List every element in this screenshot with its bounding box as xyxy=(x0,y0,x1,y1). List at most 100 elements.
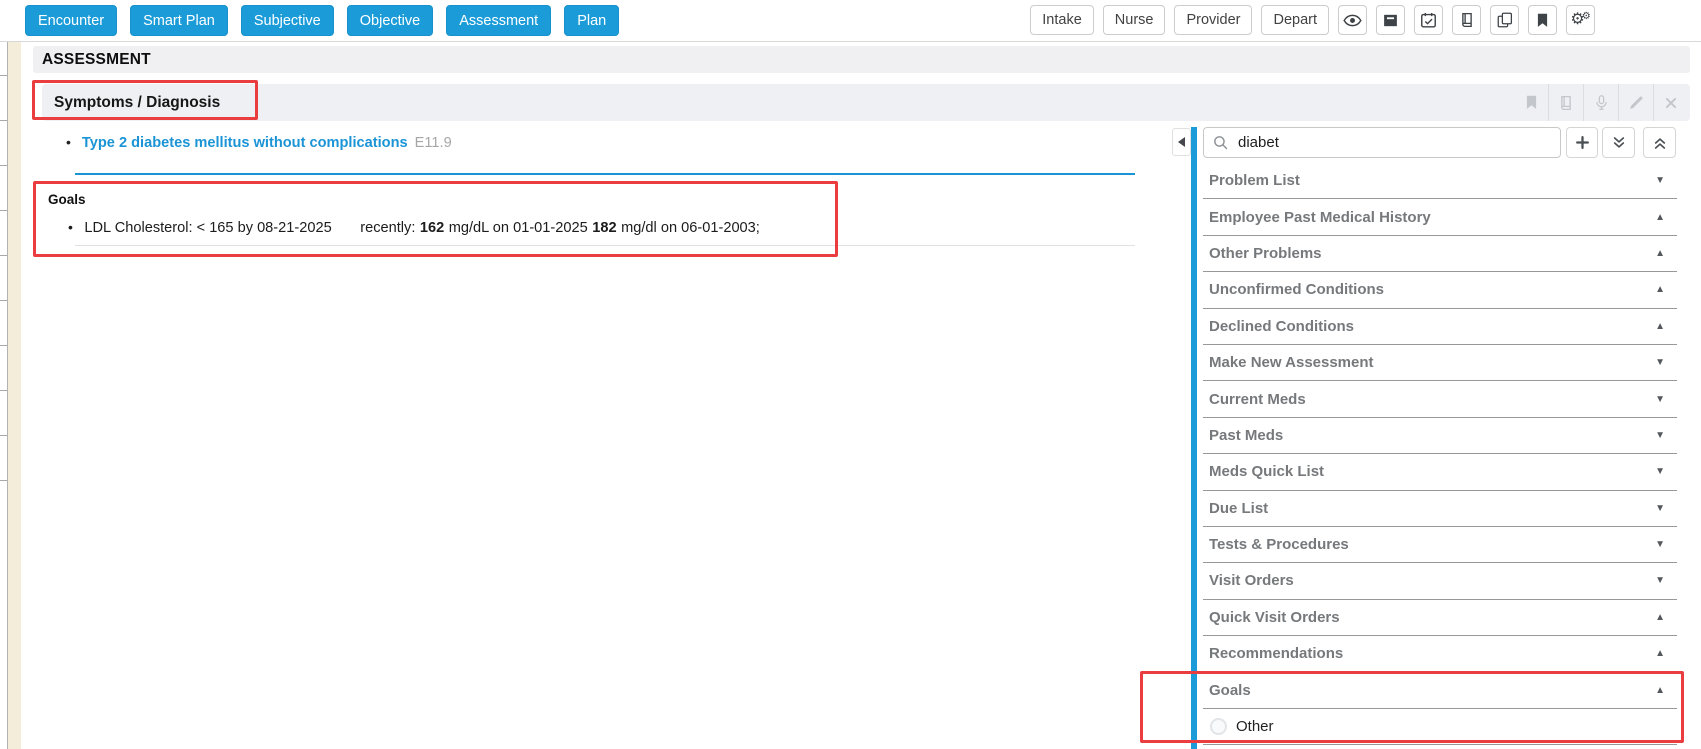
goal-divider xyxy=(75,245,1135,246)
chevron-left-icon xyxy=(1178,137,1185,147)
ehr-assessment-screen: Encounter Smart Plan Subjective Objective As… xyxy=(0,0,1701,749)
left-accent-strip xyxy=(8,41,21,749)
bookmark-icon xyxy=(1534,12,1551,29)
goals-heading: Goals xyxy=(48,192,86,207)
chevron-down-icon: ▼ xyxy=(1655,429,1665,441)
expand-all-button[interactable] xyxy=(1602,127,1635,158)
double-chevron-down-icon xyxy=(1611,135,1627,151)
toolbar-button-copy[interactable] xyxy=(1490,5,1519,35)
sidebar-section-label: Unconfirmed Conditions xyxy=(1209,281,1384,299)
stage-button-nurse[interactable]: Nurse xyxy=(1102,5,1166,35)
sidebar-section-list: Problem List ▼ Employee Past Medical Histo… xyxy=(1203,163,1677,745)
diagnosis-item[interactable]: • Type 2 diabetes mellitus without compl… xyxy=(66,134,452,151)
sidebar-section-label: Current Meds xyxy=(1209,390,1306,408)
sidebar-section-label: Declined Conditions xyxy=(1209,317,1355,335)
rail-tick xyxy=(0,165,7,166)
sidebar-section-label: Employee Past Medical History xyxy=(1209,208,1431,226)
bullet-icon: • xyxy=(66,134,71,150)
book-icon xyxy=(1557,94,1575,112)
chevron-down-icon: ▼ xyxy=(1655,466,1665,478)
sidebar-section-problem-list[interactable]: Problem List ▼ xyxy=(1203,163,1677,200)
stage-button-provider[interactable]: Provider xyxy=(1174,5,1253,35)
nav-button-objective[interactable]: Objective xyxy=(346,5,434,36)
sidebar-section-declined-conditions[interactable]: Declined Conditions ▲ xyxy=(1203,308,1677,345)
goal-value-2: 182 xyxy=(592,220,617,236)
goal-target: LDL Cholesterol: < 165 by 08-21-2025 xyxy=(84,220,332,236)
sidebar-section-label: Quick Visit Orders xyxy=(1209,608,1340,626)
goal-item[interactable]: • LDL Cholesterol: < 165 by 08-21-2025 r… xyxy=(68,219,760,236)
nav-button-smart-plan[interactable]: Smart Plan xyxy=(130,5,228,36)
stage-button-depart[interactable]: Depart xyxy=(1261,5,1329,35)
toolbar-button-calendar-check[interactable] xyxy=(1414,5,1443,35)
sidebar-section-label: Tests & Procedures xyxy=(1209,536,1349,554)
chevron-up-icon: ▲ xyxy=(1655,684,1665,696)
radio-icon[interactable] xyxy=(1210,717,1227,735)
toolbar-button-settings-gears[interactable]: ⚙⚙ xyxy=(1566,5,1595,35)
eye-icon xyxy=(1343,11,1362,30)
chevron-down-icon: ▼ xyxy=(1655,502,1665,514)
book-icon xyxy=(1458,11,1476,29)
settings-gears-icon: ⚙⚙ xyxy=(1570,11,1591,28)
sidebar-section-label: Due List xyxy=(1209,499,1269,517)
bullet-icon: • xyxy=(68,219,73,235)
goal-value-1: 162 xyxy=(419,220,445,236)
sidebar-section-make-new-assessment[interactable]: Make New Assessment ▼ xyxy=(1203,344,1677,382)
sidebar-accent-bar xyxy=(1191,127,1197,749)
sidebar-section-visit-orders[interactable]: Visit Orders ▼ xyxy=(1203,563,1677,600)
rail-tick xyxy=(0,75,7,76)
rail-tick xyxy=(0,300,7,301)
toolbar-button-bookmark[interactable] xyxy=(1528,5,1557,35)
toolbar-button-archive[interactable] xyxy=(1376,5,1405,35)
nav-button-subjective[interactable]: Subjective xyxy=(240,5,334,36)
sidebar-section-meds-quick-list[interactable]: Meds Quick List ▼ xyxy=(1203,454,1677,491)
nav-button-encounter[interactable]: Encounter xyxy=(25,5,118,36)
rail-tick xyxy=(0,390,7,391)
section-action-close[interactable] xyxy=(1653,84,1688,121)
sidebar-section-label: Recommendations xyxy=(1209,645,1344,663)
sidebar-section-tests-procedures[interactable]: Tests & Procedures ▼ xyxy=(1203,526,1677,564)
plus-icon xyxy=(1574,134,1591,151)
sidebar-section-recommendations[interactable]: Recommendations ▲ xyxy=(1203,636,1677,673)
sidebar-section-current-meds[interactable]: Current Meds ▼ xyxy=(1203,381,1677,418)
sidebar-section-label: Visit Orders xyxy=(1209,572,1294,590)
diagnosis-link[interactable]: Type 2 diabetes mellitus without complic… xyxy=(82,135,408,151)
rail-tick xyxy=(0,210,7,211)
toolbar-button-eye[interactable] xyxy=(1338,5,1367,35)
toolbar-button-book[interactable] xyxy=(1452,5,1481,35)
visit-stage-buttons: Intake Nurse Provider Depart ⚙⚙ xyxy=(1030,5,1595,35)
chevron-up-icon: ▲ xyxy=(1655,648,1665,660)
sidebar-section-quick-visit-orders[interactable]: Quick Visit Orders ▲ xyxy=(1203,599,1677,637)
page-title: ASSESSMENT xyxy=(33,46,1690,73)
left-collapsed-panel-edge xyxy=(0,41,8,749)
sidebar-collapse-button[interactable] xyxy=(1172,128,1191,156)
chevron-up-icon: ▲ xyxy=(1655,284,1665,296)
sidebar-section-due-list[interactable]: Due List ▼ xyxy=(1203,490,1677,527)
chevron-down-icon: ▼ xyxy=(1655,575,1665,587)
collapse-all-button[interactable] xyxy=(1643,127,1676,158)
sidebar-section-label: Meds Quick List xyxy=(1209,463,1325,481)
sidebar-section-other-problems[interactable]: Other Problems ▲ xyxy=(1203,235,1677,273)
rail-tick xyxy=(0,255,7,256)
chevron-down-icon: ▼ xyxy=(1655,175,1665,187)
goal-detail-2: mg/dl on 06-01-2003; xyxy=(621,220,760,236)
search-input[interactable] xyxy=(1203,127,1561,158)
sidebar-section-past-meds[interactable]: Past Meds ▼ xyxy=(1203,417,1677,455)
rail-tick xyxy=(0,480,7,481)
sidebar-section-goals[interactable]: Goals ▲ xyxy=(1203,672,1677,709)
chevron-down-icon: ▼ xyxy=(1655,539,1665,551)
section-action-microphone[interactable] xyxy=(1583,84,1618,121)
sidebar-section-unconfirmed-conditions[interactable]: Unconfirmed Conditions ▲ xyxy=(1203,272,1677,309)
pencil-icon xyxy=(1628,94,1645,111)
icd10-code: E11.9 xyxy=(414,135,452,151)
sidebar-section-employee-past-medical-history[interactable]: Employee Past Medical History ▲ xyxy=(1203,199,1677,236)
section-action-bookmark[interactable] xyxy=(1514,84,1548,121)
sidebar-section-label: Make New Assessment xyxy=(1209,354,1374,372)
nav-button-plan[interactable]: Plan xyxy=(564,5,620,36)
sidebar-option-label: Other xyxy=(1236,717,1274,735)
section-action-book[interactable] xyxy=(1548,84,1583,121)
section-action-pencil[interactable] xyxy=(1618,84,1653,121)
stage-button-intake[interactable]: Intake xyxy=(1030,5,1094,35)
nav-button-assessment[interactable]: Assessment xyxy=(446,5,552,36)
sidebar-option-other[interactable]: Other xyxy=(1203,709,1677,745)
add-button[interactable] xyxy=(1566,127,1598,158)
